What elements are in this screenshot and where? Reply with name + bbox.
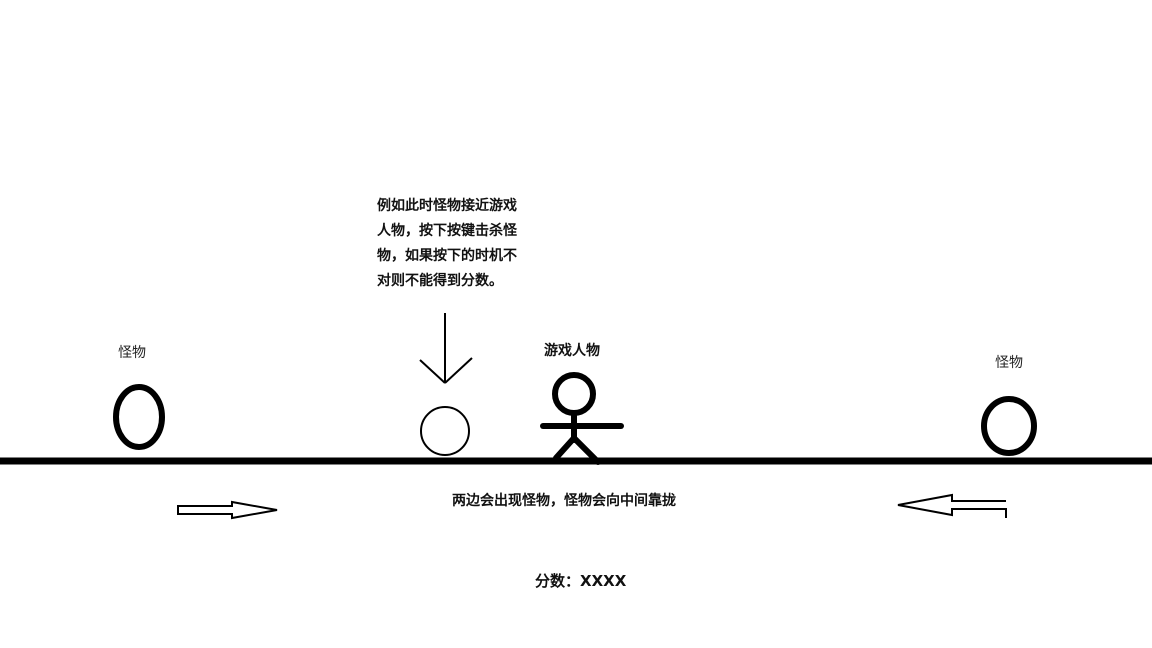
monster-near-player-icon bbox=[420, 406, 470, 456]
score-display: 分数：XXXX bbox=[535, 570, 626, 591]
monster-right-icon bbox=[981, 396, 1037, 456]
monster-right-label: 怪物 bbox=[995, 355, 1023, 371]
score-value: XXXX bbox=[580, 572, 627, 590]
spawn-note: 两边会出现怪物，怪物会向中间靠拢 bbox=[452, 493, 676, 509]
scene-drawing bbox=[0, 313, 1152, 520]
player-label: 游戏人物 bbox=[544, 343, 600, 359]
monster-left-label: 怪物 bbox=[118, 345, 146, 361]
score-label: 分数： bbox=[535, 572, 581, 590]
gameplay-hint: 例如此时怪物接近游戏人物，按下按键击杀怪物，如果按下的时机不对则不能得到分数。 bbox=[377, 198, 517, 289]
pointer-down-arrow-icon bbox=[419, 313, 473, 384]
game-scene: 怪物 怪物 游戏人物 例如此时怪物接近游戏人物，按下按键击杀怪物，如果按下的时机… bbox=[0, 0, 1152, 648]
move-left-arrow-icon bbox=[897, 493, 1007, 518]
move-right-arrow-icon bbox=[177, 500, 278, 520]
monster-left-icon bbox=[113, 384, 165, 450]
player-stick-figure-icon bbox=[540, 372, 624, 465]
